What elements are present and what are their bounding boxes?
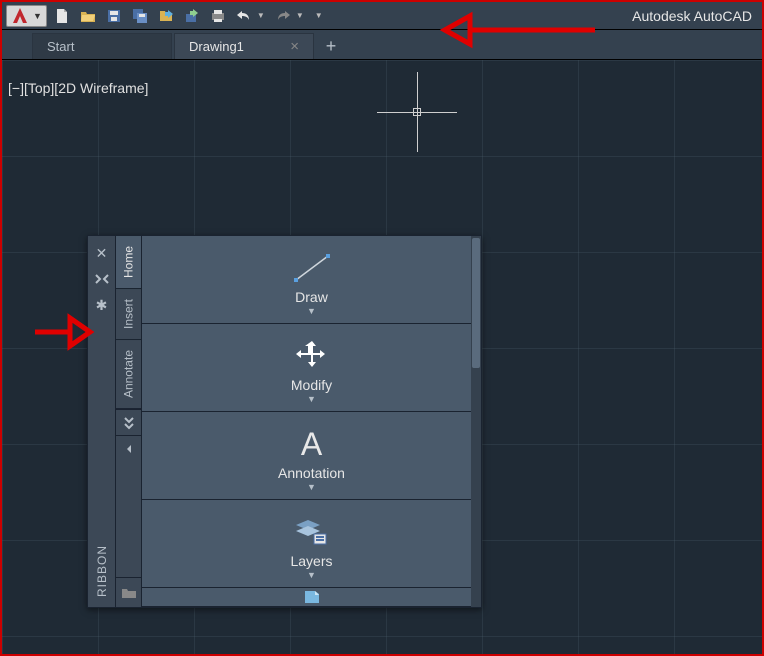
redo-dropdown[interactable]: ▼ — [296, 11, 307, 20]
chevron-down-icon: ▼ — [307, 306, 316, 316]
new-file-icon — [54, 8, 70, 24]
saveas-button[interactable] — [129, 5, 151, 27]
autocad-logo-icon — [11, 7, 29, 25]
add-tab-button[interactable]: + — [316, 33, 346, 59]
panel-label: Modify — [291, 377, 332, 393]
new-button[interactable] — [51, 5, 73, 27]
text-icon: A — [301, 425, 322, 463]
close-icon[interactable]: × — [290, 38, 299, 55]
gear-icon: ✱ — [96, 297, 108, 314]
undo-dropdown[interactable]: ▼ — [257, 11, 268, 20]
tab-label: Start — [47, 39, 74, 54]
panel-blocks-peek[interactable] — [142, 588, 481, 607]
plus-icon: + — [326, 36, 337, 57]
palette-close-button[interactable]: ✕ — [92, 243, 112, 263]
ribbon-palette: ✕ ✱ RIBBON Home Insert Annotate — [87, 235, 482, 608]
dock-icon — [95, 273, 109, 285]
redo-icon — [275, 8, 291, 24]
layers-icon — [294, 513, 330, 551]
move-icon — [294, 337, 330, 375]
viewport-label[interactable]: [−][Top][2D Wireframe] — [8, 80, 148, 96]
chevron-down-icon: ▼ — [33, 11, 42, 21]
ribbon-tab-annotate[interactable]: Annotate — [116, 340, 141, 409]
open-web-icon — [158, 8, 174, 24]
palette-autohide-button[interactable] — [92, 269, 112, 289]
save-web-button[interactable] — [181, 5, 203, 27]
panel-label: Draw — [295, 289, 328, 305]
app-menu-button[interactable]: ▼ — [6, 5, 47, 27]
panel-label: Annotation — [278, 465, 345, 481]
plot-icon — [210, 8, 226, 24]
panel-layers[interactable]: Layers ▼ — [142, 500, 481, 588]
ribbon-tab-expand1[interactable] — [116, 409, 141, 435]
ribbon-tab-expand2[interactable] — [116, 435, 141, 461]
save-button[interactable] — [103, 5, 125, 27]
undo-icon — [236, 8, 252, 24]
tab-label: Drawing1 — [189, 39, 244, 54]
ribbon-tab-home[interactable]: Home — [116, 236, 141, 289]
ribbon-tab-insert[interactable]: Insert — [116, 289, 141, 340]
block-icon — [303, 590, 321, 604]
open-button[interactable] — [77, 5, 99, 27]
save-cloud-icon — [184, 8, 200, 24]
tab-drawing1[interactable]: Drawing1 × — [174, 33, 314, 59]
ribbon-vertical-tabs: Home Insert Annotate — [116, 236, 142, 607]
panel-annotation[interactable]: A Annotation ▼ — [142, 412, 481, 500]
app-title: Autodesk AutoCAD — [632, 8, 758, 24]
folder-icon — [121, 587, 137, 599]
panel-label: Layers — [290, 553, 332, 569]
double-chevron-down-icon — [123, 416, 135, 430]
palette-scrollbar[interactable] — [471, 236, 481, 607]
panel-modify[interactable]: Modify ▼ — [142, 324, 481, 412]
plot-button[interactable] — [207, 5, 229, 27]
line-icon — [290, 249, 334, 287]
close-icon: ✕ — [96, 245, 108, 262]
ribbon-panel-body: Draw ▼ Modify ▼ A Annotation ▼ — [142, 236, 481, 607]
drawing-canvas[interactable]: [−][Top][2D Wireframe] ✕ ✱ RIBBON Home I… — [2, 60, 762, 654]
chevron-down-icon: ▼ — [307, 482, 316, 492]
chevron-down-icon: ▼ — [307, 570, 316, 580]
qat-customize-dropdown[interactable]: ▼ — [315, 11, 326, 20]
open-folder-icon — [80, 8, 96, 24]
save-all-icon — [132, 8, 148, 24]
save-icon — [106, 8, 122, 24]
palette-properties-button[interactable]: ✱ — [92, 295, 112, 315]
open-web-button[interactable] — [155, 5, 177, 27]
chevron-down-icon: ▼ — [307, 394, 316, 404]
undo-button[interactable] — [233, 5, 255, 27]
palette-title: RIBBON — [95, 545, 109, 597]
scrollbar-thumb[interactable] — [472, 238, 480, 368]
quick-access-toolbar: ▼ ▼ — [2, 2, 762, 30]
ribbon-tab-folder[interactable] — [116, 577, 141, 607]
palette-side-controls: ✕ ✱ RIBBON — [88, 236, 116, 607]
redo-button[interactable] — [272, 5, 294, 27]
document-tabs: Start Drawing1 × + — [2, 30, 762, 60]
panel-draw[interactable]: Draw ▼ — [142, 236, 481, 324]
chevron-left-icon — [124, 443, 134, 455]
tab-start[interactable]: Start — [32, 33, 172, 59]
